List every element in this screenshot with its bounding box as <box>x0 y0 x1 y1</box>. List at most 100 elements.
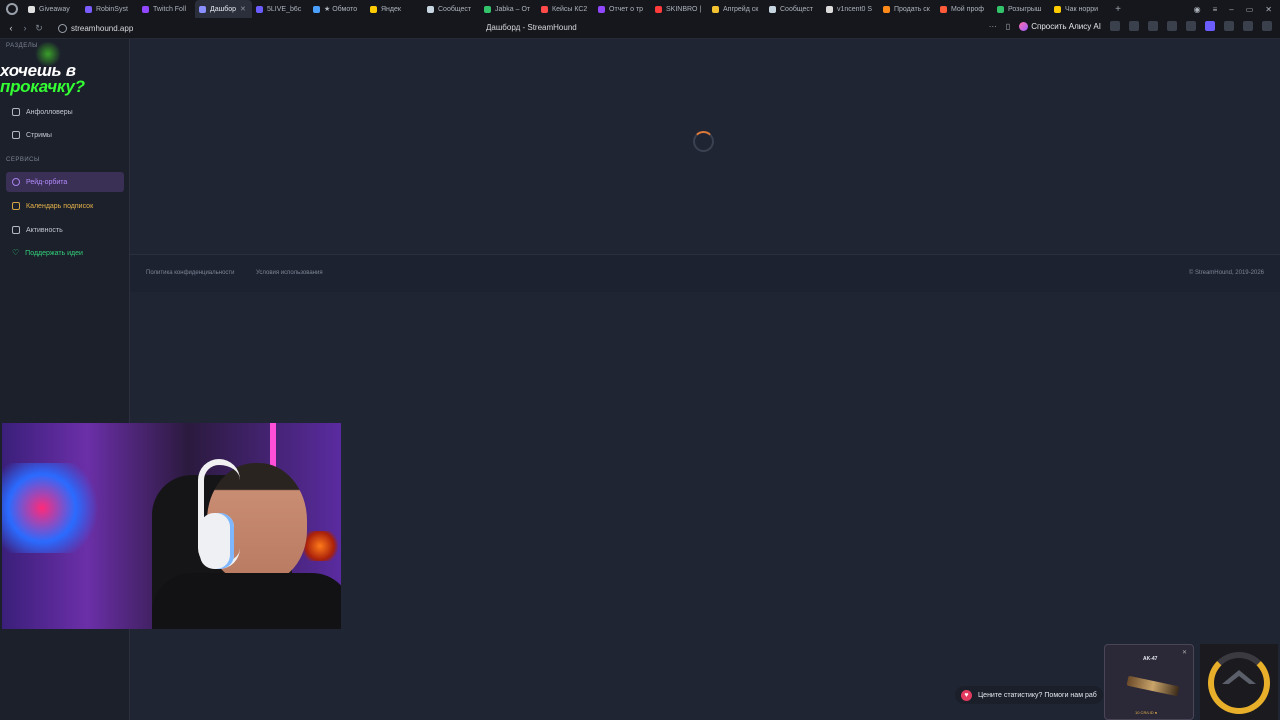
site-security-icon[interactable] <box>58 23 67 33</box>
close-tab-icon[interactable]: ✕ <box>240 5 246 13</box>
new-tab-button[interactable]: + <box>1111 4 1125 15</box>
alice-icon <box>1019 21 1029 31</box>
extension-icon[interactable] <box>1186 21 1196 31</box>
tab-label: 5LIVE_b6c <box>267 5 302 13</box>
tab-favicon-icon <box>712 5 719 13</box>
tab-label: Дашбор <box>210 5 237 13</box>
heart-icon: ♥ <box>961 689 972 701</box>
back-button[interactable]: ‹ <box>4 23 18 33</box>
forward-button[interactable]: › <box>18 23 32 33</box>
loading-spinner <box>693 131 714 152</box>
extension-icon[interactable] <box>1205 21 1215 31</box>
extension-icon[interactable] <box>1110 21 1120 31</box>
ask-alice-button[interactable]: Спросить Алису AI <box>1019 21 1101 31</box>
privacy-policy-link[interactable]: Политика конфиденциальности <box>146 270 235 276</box>
browser-tab[interactable]: RobinSyst <box>81 0 138 18</box>
browser-tab[interactable]: Giveaway <box>24 0 81 18</box>
tab-label: Giveaway <box>39 5 70 13</box>
tab-label: Мой проф <box>951 5 984 13</box>
tab-favicon-icon <box>598 5 605 13</box>
sidebar-item-label: Анфолловеры <box>26 108 73 116</box>
browser-tab[interactable]: v1ncent0 S <box>822 0 879 18</box>
terms-link[interactable]: Условия использования <box>256 270 323 276</box>
tab-label: Twitch Foll <box>153 5 187 13</box>
extension-icon[interactable] <box>1224 21 1234 31</box>
minimize-icon[interactable]: – <box>1229 5 1233 14</box>
progress-ring <box>1208 652 1270 714</box>
sidebar-item-unfollowers[interactable]: Анфолловеры <box>6 102 124 122</box>
rifle-image <box>1126 675 1180 697</box>
tab-favicon-icon <box>484 5 491 13</box>
downloads-icon[interactable] <box>1262 21 1272 31</box>
browser-tab[interactable]: Отчет о тр <box>594 0 651 18</box>
extension-icon[interactable] <box>1167 21 1177 31</box>
browser-tab[interactable]: Дашбор ✕ <box>195 0 252 18</box>
browser-tab[interactable]: Сообщест <box>765 0 822 18</box>
tab-label: Чак норри <box>1065 5 1099 13</box>
tab-label: Продать ск <box>894 5 930 13</box>
toast-text: Цените статистику? Помоги нам раб <box>978 691 1097 699</box>
tab-favicon-icon <box>826 5 833 13</box>
sidebar-item-label: Рейд-орбита <box>26 178 68 186</box>
tab-favicon-icon <box>313 5 320 13</box>
browser-tab[interactable]: 5LIVE_b6c <box>252 0 309 18</box>
tab-favicon-icon <box>940 5 947 13</box>
browser-tab[interactable]: Мой проф <box>936 0 993 18</box>
tab-favicon-icon <box>655 5 662 13</box>
browser-menu-icon[interactable] <box>6 3 18 15</box>
url-field[interactable]: streamhound.app <box>71 24 133 33</box>
tab-label: Яндек <box>381 5 401 13</box>
calendar-icon <box>12 202 20 210</box>
bookmark-icon[interactable]: ▯ <box>1006 22 1010 31</box>
page-footer: Политика конфиденциальности Условия испо… <box>130 254 1280 292</box>
ask-alice-label: Спросить Алису AI <box>1031 21 1101 31</box>
sidebar-item-label: Стримы <box>26 131 52 139</box>
tab-favicon-icon <box>28 5 35 13</box>
sidebar-item-support-ideas[interactable]: ♡ Поддержать идеи <box>6 243 124 263</box>
tab-label: ★ Обмото <box>324 6 358 13</box>
rank-gauge-overlay <box>1200 644 1278 720</box>
tab-favicon-icon <box>541 5 548 13</box>
sidebar-item-raid-orbit[interactable]: Рейд-орбита <box>6 172 124 192</box>
address-bar-tools: ··· ▯ Спросить Алису AI <box>989 21 1272 31</box>
sidebar-section-label: РАЗДЕЛЫ <box>6 43 38 49</box>
restore-icon[interactable]: ▭ <box>1246 5 1254 14</box>
browser-tab[interactable]: Продать ск <box>879 0 936 18</box>
browser-tab[interactable]: Апгрейд ск <box>708 0 765 18</box>
tab-list: Giveaway RobinSyst Twitch Foll Дашбор ✕ 5LIVE… <box>24 0 1107 18</box>
sidebar-item-label: Поддержать идеи <box>25 249 83 257</box>
extension-icon[interactable] <box>1243 21 1253 31</box>
sidebar-item-label: Активность <box>26 226 63 234</box>
browser-tab[interactable]: Чак норри <box>1050 0 1107 18</box>
tab-label: Розыгрыш <box>1008 5 1042 13</box>
close-icon[interactable]: ✕ <box>1265 5 1272 14</box>
sidebar-item-sub-calendar[interactable]: Календарь подписок <box>6 196 124 216</box>
browser-tab[interactable]: Twitch Foll <box>138 0 195 18</box>
tab-favicon-icon <box>256 5 263 13</box>
sidebar-item-activity[interactable]: Активность <box>6 220 124 240</box>
extension-icon[interactable] <box>1148 21 1158 31</box>
heart-icon: ♡ <box>12 248 20 257</box>
browser-tab[interactable]: Сообщест <box>423 0 480 18</box>
menu-icon[interactable]: ≡ <box>1213 5 1218 14</box>
support-toast[interactable]: ♥ Цените статистику? Помоги нам раб <box>955 686 1103 704</box>
sidebar-section-label: СЕРВИСЫ <box>6 157 40 163</box>
tab-favicon-icon <box>142 5 149 13</box>
tab-label: Jabka – От <box>495 5 531 13</box>
browser-tab[interactable]: ★ Обмото <box>309 0 366 18</box>
browser-tab[interactable]: Яндек <box>366 0 423 18</box>
tab-label: Кейсы КС2 <box>552 5 588 13</box>
extension-icon[interactable] <box>1129 21 1139 31</box>
profile-icon[interactable]: ◉ <box>1194 5 1201 14</box>
tab-label: Сообщест <box>780 5 814 13</box>
browser-tab[interactable]: Розыгрыш <box>993 0 1050 18</box>
more-icon[interactable]: ··· <box>989 22 997 31</box>
browser-tab[interactable]: Кейсы КС2 <box>537 0 594 18</box>
reload-button[interactable]: ↻ <box>32 23 46 34</box>
browser-tab[interactable]: SKINBRO | <box>651 0 708 18</box>
orbit-icon <box>12 178 20 186</box>
tab-favicon-icon <box>370 5 377 13</box>
browser-tab[interactable]: Jabka – От <box>480 0 537 18</box>
sidebar-item-streams[interactable]: Стримы <box>6 125 124 145</box>
streamer-webcam <box>2 423 341 629</box>
